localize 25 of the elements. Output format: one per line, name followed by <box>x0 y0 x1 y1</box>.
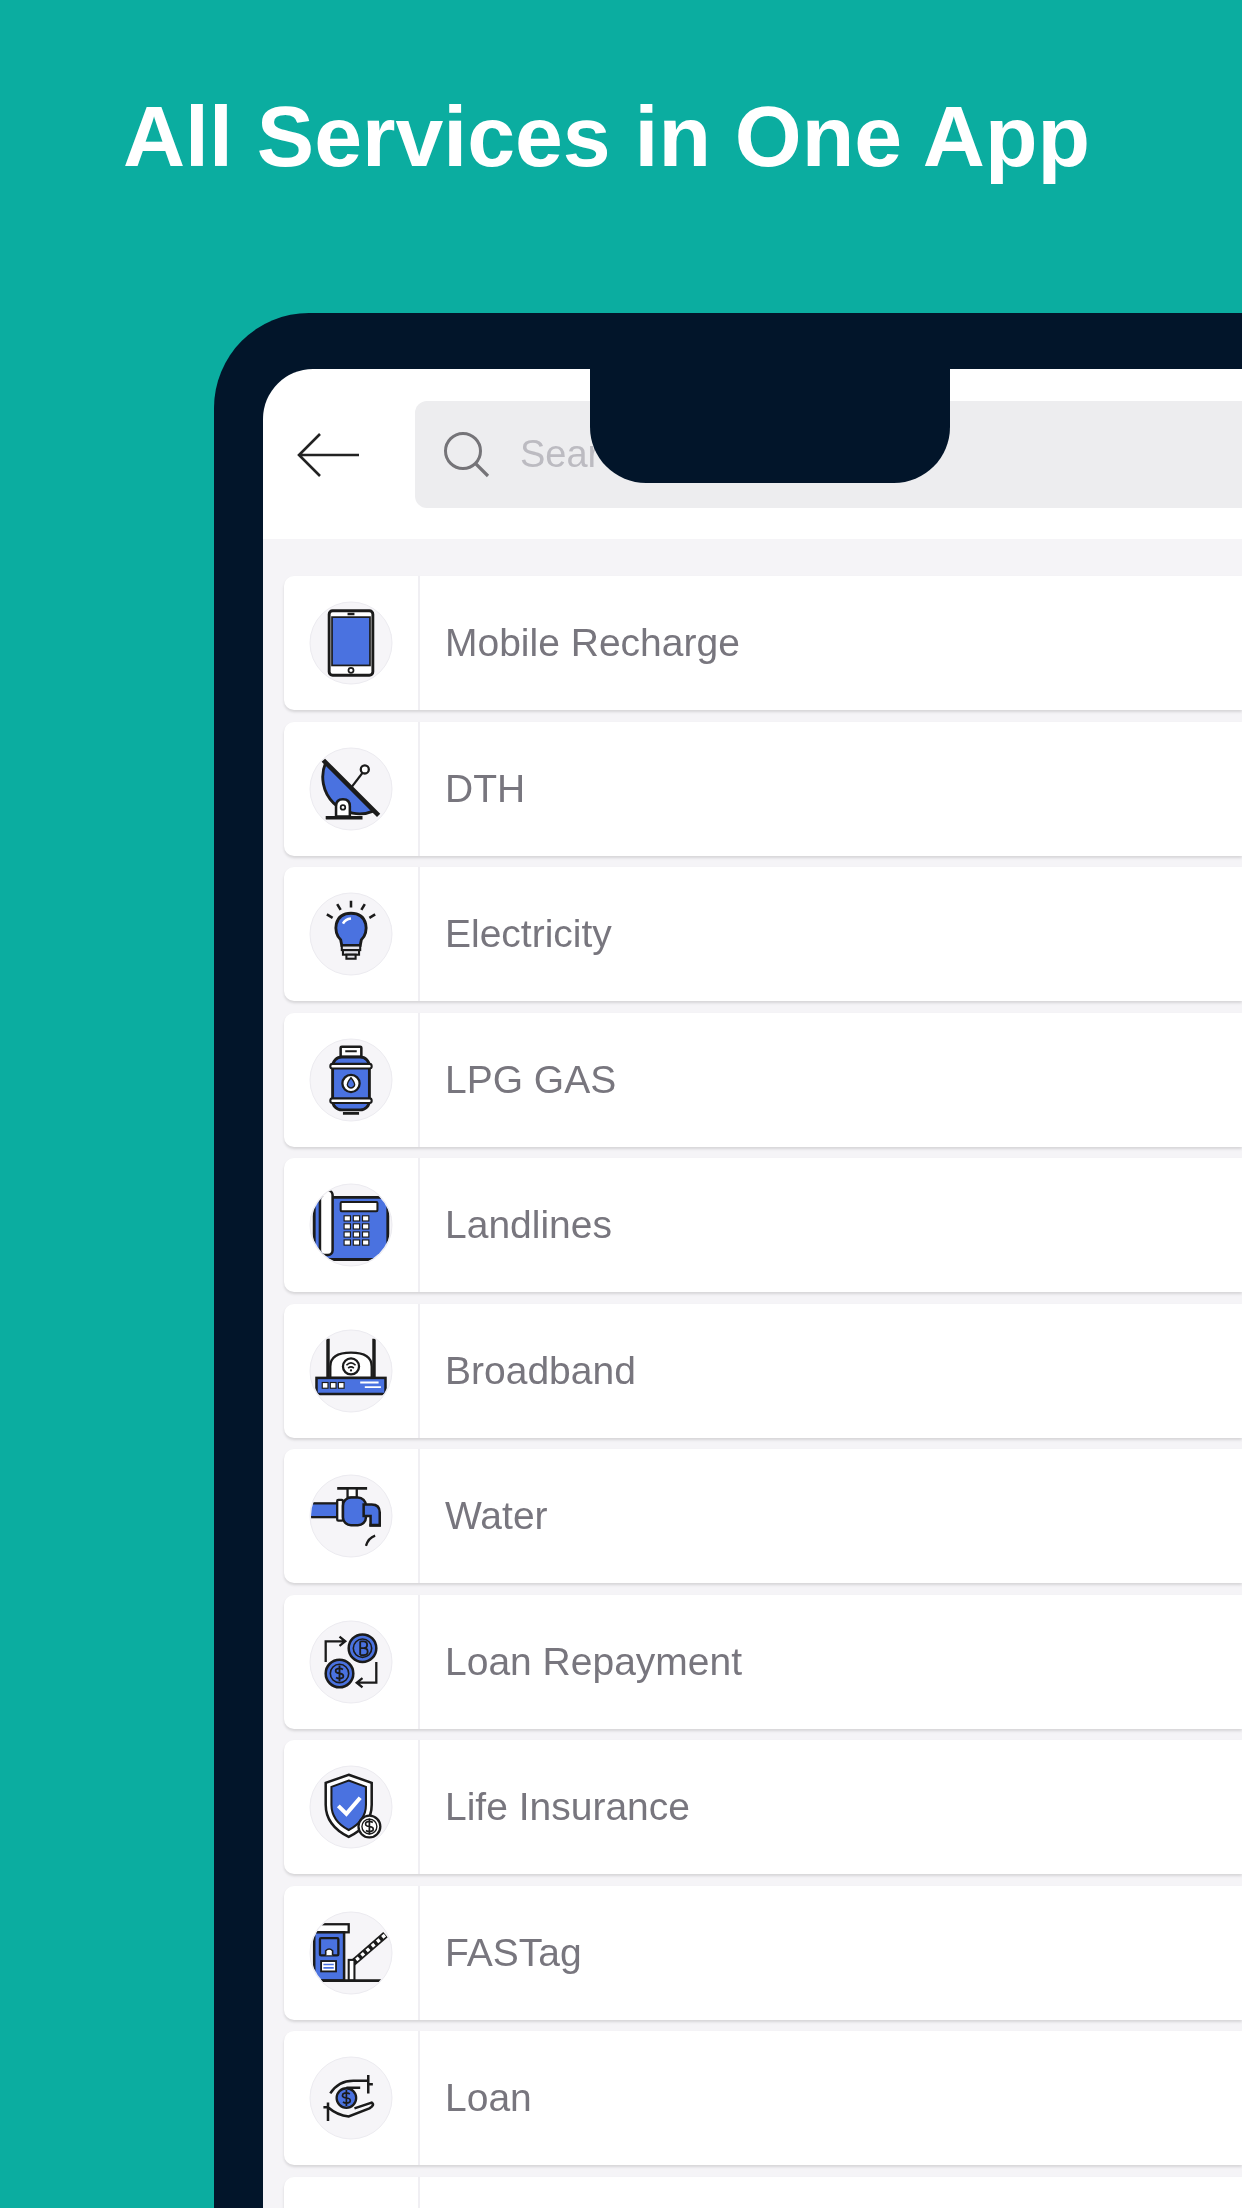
service-card[interactable]: Electricity <box>284 867 1242 1001</box>
water-tap-icon <box>309 1474 393 1558</box>
back-arrow-icon[interactable] <box>297 431 360 478</box>
service-card[interactable]: Loan Repayment <box>284 1594 1242 1729</box>
gas-cylinder-icon <box>309 1037 393 1122</box>
shield-check-icon <box>309 1765 393 1849</box>
router-icon <box>309 1328 393 1413</box>
service-card[interactable]: Loan <box>284 2031 1242 2165</box>
toll-barrier-icon <box>309 1910 393 1995</box>
desk-phone-icon <box>309 1183 393 1267</box>
headline: All Services in One App <box>123 87 1090 186</box>
light-bulb-icon <box>309 892 393 976</box>
hands-coin-icon <box>309 2056 393 2140</box>
search-icon <box>443 431 490 478</box>
service-card[interactable]: Life Insurance <box>284 1740 1242 1874</box>
service-card[interactable]: Mobile Recharge <box>284 576 1242 710</box>
service-card[interactable]: DTH <box>284 721 1242 856</box>
service-card[interactable]: Water <box>284 1449 1242 1583</box>
service-card[interactable]: Landlines <box>284 1158 1242 1292</box>
service-card[interactable]: Broadband <box>284 1303 1242 1438</box>
tablet-icon <box>309 601 393 685</box>
satellite-dish-icon <box>309 746 393 831</box>
service-card[interactable]: LPG GAS <box>284 1012 1242 1147</box>
coins-exchange-icon <box>309 1619 393 1704</box>
service-card[interactable]: FASTag <box>284 1885 1242 2020</box>
